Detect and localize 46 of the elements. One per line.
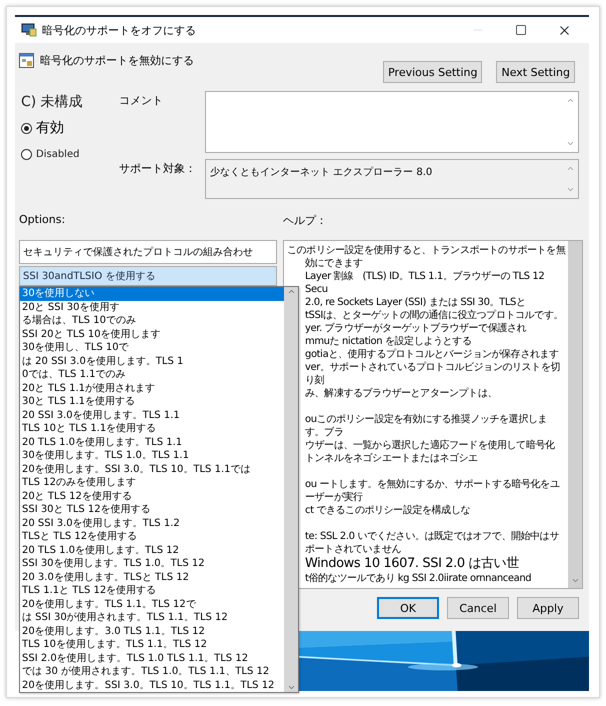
scroll-down-icon[interactable] [566,139,574,148]
help-text-line: み、解凍するブラウザーとアターンプトは、 [305,387,498,400]
help-text-line: トンネルをネゴシエートまたはネゴシエ [305,452,479,465]
dialog-button[interactable]: OK [377,597,439,619]
policy-title: 暗号化のサポートを無効にする [40,53,195,68]
help-text-line: gotiaと、使用するプロトコルとバージョンが保存されます [305,348,560,361]
help-text-line: mmuた nictation を設定しようとする [305,335,472,348]
scroll-down-icon[interactable] [566,185,574,194]
scroll-down-icon[interactable] [570,576,580,585]
radio-option[interactable]: Disabled [21,143,119,165]
help-text-line: ウザーは、一覧から選択した適応フードを使用して暗号化 [305,439,556,452]
scroll-down-icon[interactable] [286,683,296,692]
dropdown-option[interactable]: 30を使用しない [20,287,284,300]
help-text-line: ct できるこのポリシー設定を構成しな [305,504,471,517]
radio-option[interactable]: 有効 [21,117,119,139]
dialog-button[interactable]: Cancel [447,597,509,619]
help-text-line: t俗的なツールであり kg SSI 2.0iirate ornnanceand [305,572,532,585]
computer-icon [21,23,37,37]
help-text-line: te: SSL 2.0 いでください。は既定ではオフで、開始中はサポートされていません [305,530,560,556]
help-label: ヘルプ： [283,213,327,228]
settings-window-icon [19,53,34,68]
options-label: Options: [19,212,66,226]
comment-field[interactable] [205,91,579,153]
help-text-line: Windows 10 1607. SSI 2.0 は古い世 [305,556,520,572]
protocol-dropdown[interactable]: SSI 30andTLSIO を使用する [19,266,277,286]
scroll-up-icon[interactable] [286,287,296,296]
radio-option[interactable]: C) 未構成 [21,91,119,113]
supported-on-label: サポート対象： [119,161,196,176]
scroll-up-icon[interactable] [566,96,574,105]
help-text-line: yer. ブラウザーがターゲットブラウザーで保護され [305,322,528,335]
help-text-line: ver。サポートされているプロトコルビジョンのリストを切り刻 [305,361,561,387]
comment-label: コメント [119,93,163,108]
nav-button[interactable]: Previous Setting [383,61,482,83]
nav-button[interactable]: Next Setting [496,61,575,83]
protocol-group-label: セキュリティで保護されたプロトコルの組み合わせ [19,240,277,264]
help-text-line: ouこのポリシー設定を有効にする推奨ノッチを選択します。ブラ [305,413,548,439]
help-text-line: 2.0, re Sockets Layer (SSI) または SSI 30。TLSと [305,296,527,309]
scroll-up-icon[interactable] [566,164,574,173]
dropdown-option[interactable]: 20と SSI 30を使用す [20,300,284,314]
supported-on-field: 少なくともインターネット エクスプローラー 8.0 [205,159,579,199]
help-text-line: Layer 割線 (TLS) ID。TLS 1.1。ブラウザーの TLS 12 Secu [305,270,546,296]
dialog-button[interactable]: Apply [517,597,579,619]
help-text-line: tSSIは、とターゲットの間の通信に役立つプロトコルです。 [305,309,564,322]
dropdown-option[interactable]: 20を使用します。SSI 3.0。TLS 10。TLS 1.1。TLS 12 [20,678,284,692]
help-text-line: このポリシー設定を使用すると、トランスポートのサポートを無効にできます [287,244,566,270]
window-title: 暗号化のサポートをオフにする [42,22,197,38]
